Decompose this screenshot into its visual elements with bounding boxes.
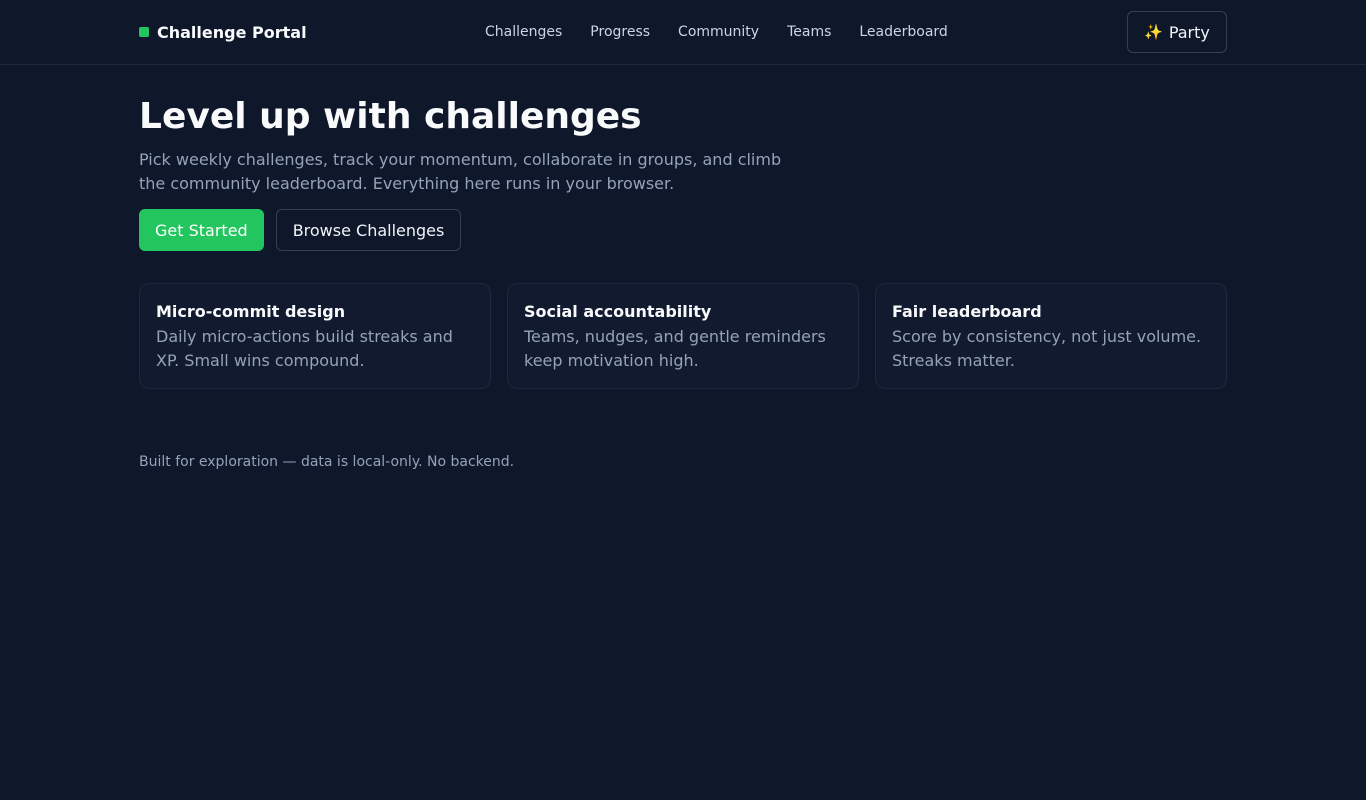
- feature-card-social: Social accountability Teams, nudges, and…: [507, 283, 859, 389]
- party-button[interactable]: ✨ Party: [1127, 11, 1227, 53]
- nav-link-community[interactable]: Community: [678, 24, 759, 40]
- nav-link-progress[interactable]: Progress: [590, 24, 650, 40]
- feature-card-micro-commit: Micro-commit design Daily micro-actions …: [139, 283, 491, 389]
- feature-title: Fair leaderboard: [892, 302, 1042, 321]
- feature-text: Score by consistency, not just volume. S…: [892, 327, 1202, 370]
- party-button-label: Party: [1168, 22, 1210, 42]
- browse-challenges-button[interactable]: Browse Challenges: [275, 209, 462, 251]
- hero-title: Level up with challenges: [139, 96, 642, 137]
- footer-note: Built for exploration — data is local-on…: [139, 454, 515, 470]
- feature-title: Social accountability: [524, 302, 712, 321]
- hero-section: Level up with challenges Pick weekly cha…: [139, 96, 1227, 251]
- nav-link-challenges[interactable]: Challenges: [485, 24, 562, 40]
- feature-cards: Micro-commit design Daily micro-actions …: [139, 283, 1227, 389]
- feature-title: Micro-commit design: [156, 302, 346, 321]
- main-nav: Challenges Progress Community Teams Lead…: [485, 0, 948, 64]
- sparkles-icon: ✨: [1144, 23, 1163, 41]
- get-started-button[interactable]: Get Started: [139, 209, 264, 251]
- brand[interactable]: Challenge Portal: [139, 0, 307, 64]
- nav-link-teams[interactable]: Teams: [787, 24, 831, 40]
- feature-text: Teams, nudges, and gentle reminders keep…: [524, 327, 826, 370]
- nav-link-leaderboard[interactable]: Leaderboard: [859, 24, 947, 40]
- top-bar: Challenge Portal Challenges Progress Com…: [0, 0, 1366, 65]
- hero-subtitle: Pick weekly challenges, track your momen…: [139, 150, 782, 193]
- brand-name: Challenge Portal: [157, 22, 307, 42]
- brand-logo-icon: [139, 27, 149, 37]
- feature-card-leaderboard: Fair leaderboard Score by consistency, n…: [875, 283, 1227, 389]
- feature-text: Daily micro-actions build streaks and XP…: [156, 327, 453, 370]
- cta-row: Get Started Browse Challenges: [139, 209, 1227, 251]
